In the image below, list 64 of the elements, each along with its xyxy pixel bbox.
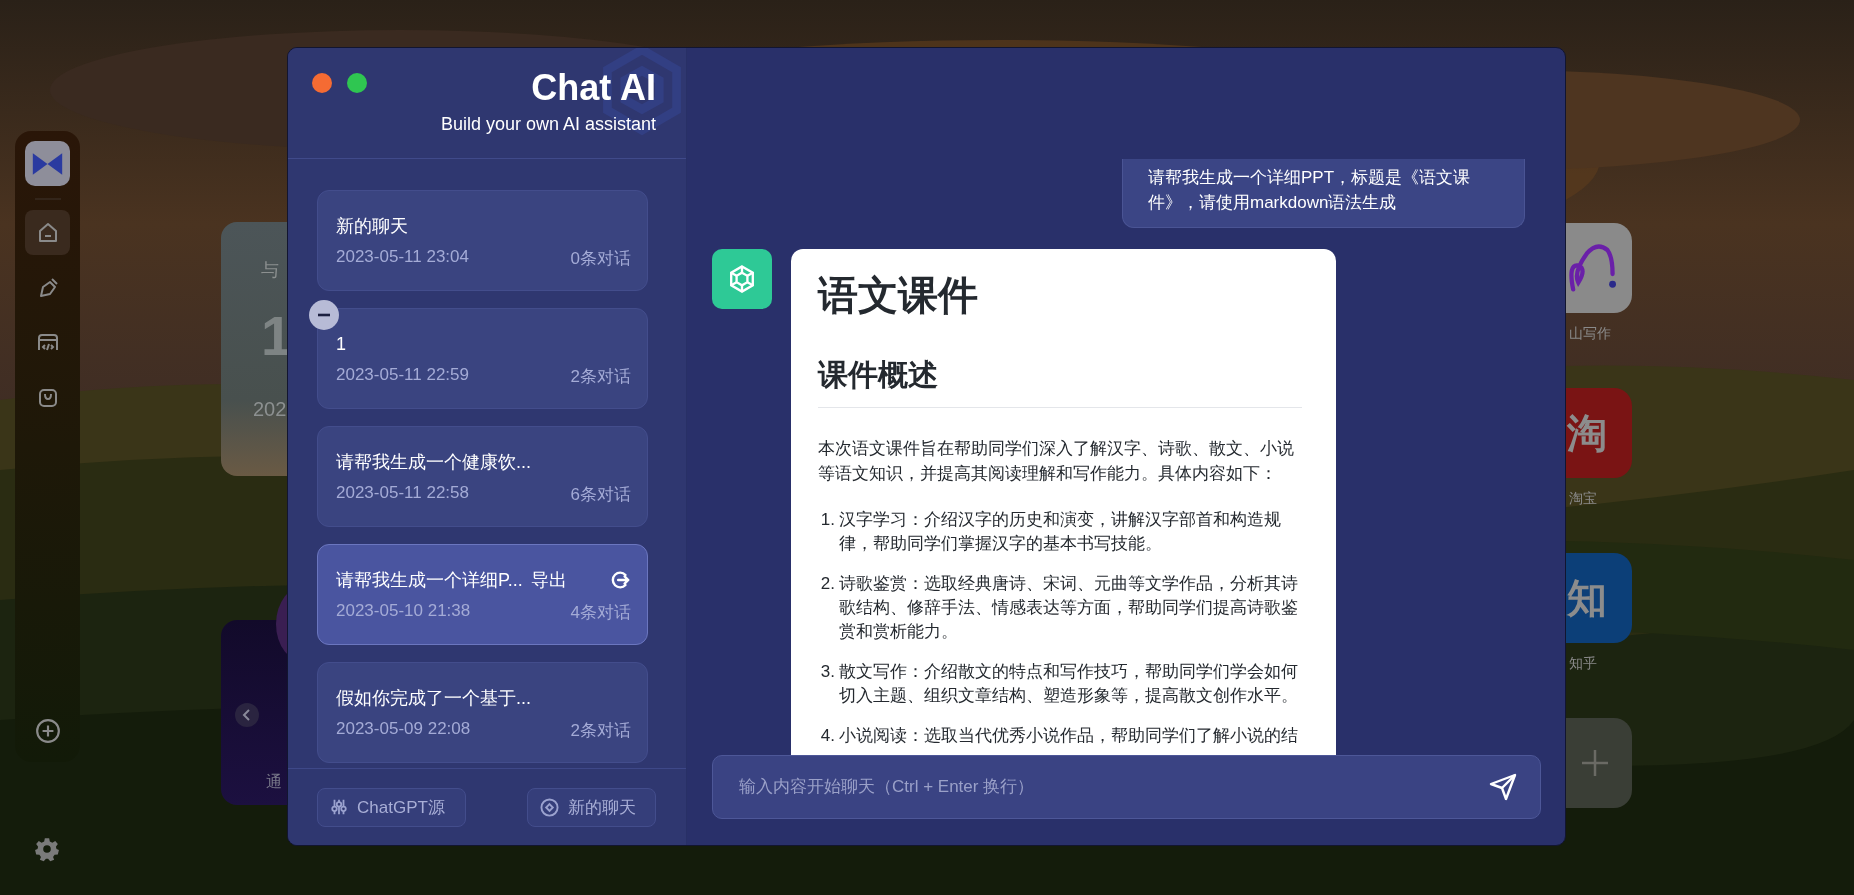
message-field[interactable]: 输入内容开始聊天（Ctrl + Enter 换行） <box>712 755 1541 819</box>
list-item: 诗歌鉴赏：选取经典唐诗、宋词、元曲等文学作品，分析其诗歌结构、修辞手法、情感表达等方面，帮助同学们提高诗歌鉴赏和赏析能力。 <box>839 573 1299 643</box>
list-number: 1. <box>819 509 835 531</box>
add-icon[interactable] <box>34 718 61 744</box>
chat-title: 假如你完成了一个基于... <box>336 687 531 710</box>
chat-item[interactable]: 请帮我生成一个详细P... 导出 2023-05-10 21:38 4条对话 <box>317 544 648 645</box>
list-number: 4. <box>819 725 835 747</box>
user-message: 请帮我生成一个详细PPT，标题是《语文课件》，请使用markdown语法生成 <box>1122 159 1525 228</box>
app-glyph: 知 <box>1566 574 1607 622</box>
chat-title: 请帮我生成一个健康饮... <box>336 451 531 474</box>
send-icon[interactable] <box>1488 772 1518 802</box>
diamond-circle-icon <box>540 797 559 817</box>
chat-item[interactable]: 请帮我生成一个健康饮... 2023-05-11 22:58 6条对话 <box>317 426 648 527</box>
chat-time: 2023-05-09 22:08 <box>336 719 471 740</box>
chat-time: 2023-05-10 21:38 <box>336 601 471 622</box>
chat-item[interactable]: 假如你完成了一个基于... 2023-05-09 22:08 2条对话 <box>317 662 648 763</box>
chat-time: 2023-05-11 22:58 <box>336 483 469 504</box>
plus-icon <box>1580 748 1610 778</box>
chat-item[interactable]: 1 2023-05-11 22:59 2条对话 <box>317 308 648 409</box>
message-count: 0条对话 <box>570 248 631 270</box>
list-number: 2. <box>819 573 835 595</box>
list-item: 小说阅读：选取当代优秀小说作品，帮助同学们了解小说的结 <box>839 725 1299 747</box>
chat-item[interactable]: 新的聊天 2023-05-11 23:04 0条对话 <box>317 190 648 291</box>
maximize-button[interactable] <box>347 73 367 93</box>
message-count: 4条对话 <box>570 602 631 624</box>
chat-title: 1 <box>336 333 346 355</box>
message-input[interactable]: 输入内容开始聊天（Ctrl + Enter 换行） <box>737 776 1488 798</box>
message-count: 6条对话 <box>570 484 631 506</box>
source-button[interactable]: ChatGPT源 <box>317 787 466 827</box>
app-label: 山写作 <box>1568 325 1612 343</box>
app-glyph: 淘 <box>1566 409 1607 457</box>
chat-time: 2023-05-11 22:59 <box>336 365 469 386</box>
bot-avatar <box>712 249 772 309</box>
app-label: 淘宝 <box>1568 490 1598 508</box>
arrow-circle-icon[interactable] <box>609 569 631 591</box>
app-label: 知乎 <box>1568 655 1598 673</box>
minus-icon <box>317 313 331 317</box>
message-count: 2条对话 <box>570 720 631 742</box>
list-number: 3. <box>819 661 835 683</box>
message-count: 2条对话 <box>570 366 631 388</box>
previous-button[interactable] <box>235 703 259 727</box>
subheading: 课件概述 <box>818 353 1302 408</box>
paragraph: 本次语文课件旨在帮助同学们深入了解汉字、诗歌、散文、小说等语文知识，并提高其阅读理解和写作能力。具体内容如下： <box>818 438 1295 485</box>
widget-text: 202 <box>253 398 287 421</box>
chat-title: 新的聊天 <box>336 215 408 238</box>
sliders-icon <box>330 798 348 816</box>
dock-item[interactable] <box>25 210 70 255</box>
chat-time: 2023-05-11 23:04 <box>336 247 469 268</box>
app-subtitle: Build your own AI assistant <box>440 114 656 135</box>
app-title: Chat AI <box>531 68 656 108</box>
chat-title: 请帮我生成一个详细P... <box>336 569 523 592</box>
heading: 语文课件 <box>818 272 979 319</box>
list-item: 汉字学习：介绍汉字的历史和演变，讲解汉字部首和构造规律，帮助同学们掌握汉字的基本书写技能。 <box>839 509 1282 555</box>
add-app-tile[interactable] <box>1566 718 1632 808</box>
export-link[interactable]: 导出 <box>530 568 567 592</box>
settings-icon[interactable] <box>34 836 60 862</box>
widget-text: 与 <box>261 259 279 282</box>
close-button[interactable] <box>312 73 332 93</box>
app-tile[interactable] <box>1566 223 1632 313</box>
new-chat-button[interactable]: 新的聊天 <box>527 787 656 827</box>
widget-text: 通 <box>266 772 282 792</box>
list-item: 散文写作：介绍散文的特点和写作技巧，帮助同学们学会如何切入主题、组织文章结构、塑造形象等，提高散文创作水平。 <box>839 661 1299 707</box>
app-logo-icon[interactable] <box>25 141 70 186</box>
delete-button[interactable] <box>309 300 339 330</box>
